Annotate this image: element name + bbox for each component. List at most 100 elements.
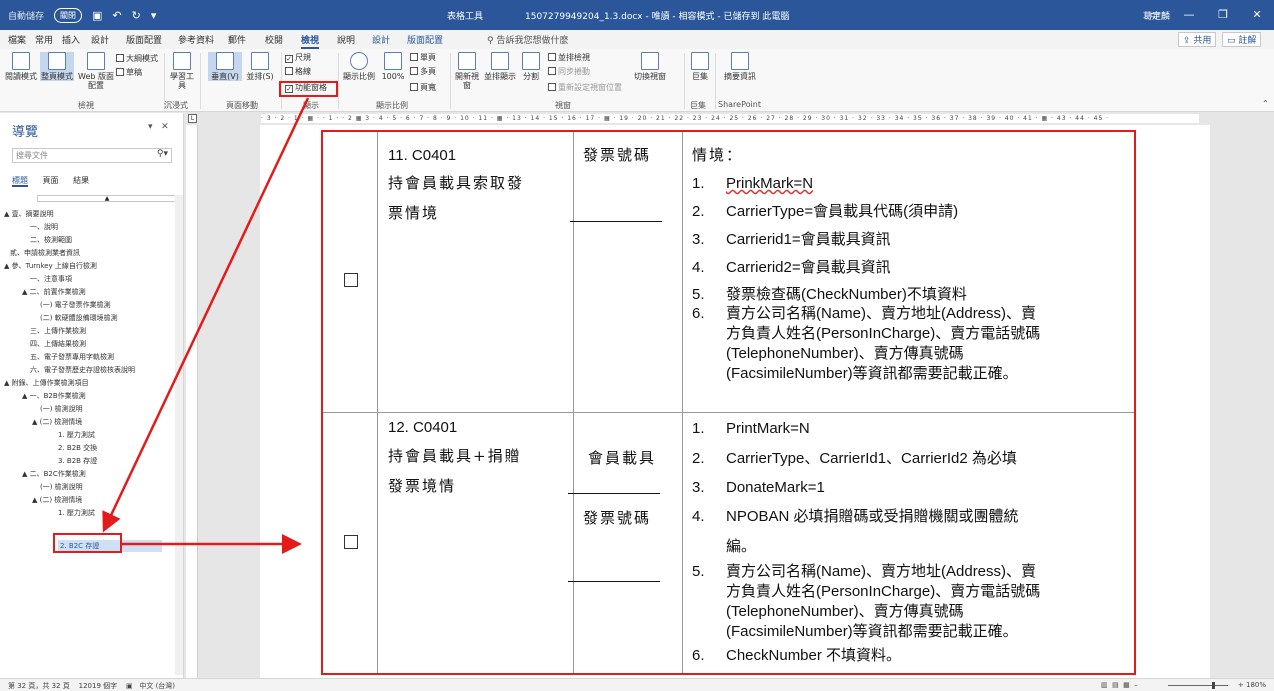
- nav-item[interactable]: 3. B2B 存證: [58, 456, 97, 466]
- nav-item[interactable]: ▲ 二、前置作業檢測: [22, 287, 86, 297]
- nav-item[interactable]: 三、上傳作業檢測: [30, 326, 86, 336]
- zoom-button[interactable]: 顯示比例: [341, 52, 377, 81]
- vertical-button[interactable]: 垂直(V): [208, 52, 242, 81]
- arrange-all-button[interactable]: 並排顯示: [482, 52, 518, 81]
- nav-tab-headings[interactable]: 標題: [12, 176, 28, 187]
- tab-insert[interactable]: 插入: [62, 33, 80, 46]
- nav-item[interactable]: 二、檢測範圍: [30, 235, 72, 245]
- split-button[interactable]: 分割: [520, 52, 542, 81]
- print-layout-view-icon[interactable]: ▤: [1112, 681, 1119, 689]
- nav-search-input[interactable]: 搜尋文件 ⚲▾: [12, 148, 172, 163]
- tab-home[interactable]: 常用: [35, 33, 53, 46]
- nav-item[interactable]: ▲ (二) 檢測情境: [32, 495, 82, 505]
- nav-options-chevron-icon[interactable]: ▾: [148, 122, 153, 132]
- learning-tools-button[interactable]: 學習工具: [168, 52, 196, 90]
- redo-icon[interactable]: ↻: [132, 9, 141, 22]
- customize-chevron-icon[interactable]: ▾: [151, 9, 157, 22]
- summary-button[interactable]: 摘要資訊: [722, 52, 758, 81]
- save-icon[interactable]: ▣: [92, 9, 102, 22]
- nav-item[interactable]: (一) 檢測說明: [40, 404, 83, 414]
- nav-item[interactable]: 一、注意事項: [30, 274, 72, 284]
- minimize-button[interactable]: —: [1172, 0, 1206, 30]
- tab-design[interactable]: 設計: [91, 33, 109, 46]
- switch-windows-button[interactable]: 切換視窗: [630, 52, 670, 81]
- multi-page-button[interactable]: 多頁: [410, 66, 436, 77]
- tab-review[interactable]: 校閱: [265, 33, 283, 46]
- nav-tab-results[interactable]: 結果: [73, 176, 89, 185]
- tab-mailings[interactable]: 郵件: [228, 33, 246, 46]
- tab-selector-icon[interactable]: L: [188, 114, 197, 123]
- nav-item[interactable]: 貳、申請檢測業者資訊: [10, 248, 80, 258]
- reset-window-button[interactable]: 重新設定視窗位置: [548, 82, 622, 93]
- new-window-button[interactable]: 開新視窗: [455, 52, 479, 90]
- nav-scrollbar[interactable]: [175, 195, 183, 675]
- zoom-slider[interactable]: [1168, 685, 1228, 686]
- read-mode-view-icon[interactable]: ▥: [1101, 681, 1108, 689]
- tab-references[interactable]: 參考資料: [178, 33, 214, 46]
- status-words[interactable]: 12019 個字: [79, 682, 118, 690]
- nav-item[interactable]: 1. 壓力測試: [58, 430, 95, 440]
- sync-scroll-button[interactable]: 同步捲動: [548, 66, 590, 77]
- zoom-label: 顯示比例: [343, 72, 375, 81]
- zoom-in-icon[interactable]: +: [1238, 681, 1244, 689]
- side-to-side-button[interactable]: 並排(S): [244, 52, 276, 81]
- gridlines-checkbox[interactable]: 格線: [285, 66, 311, 77]
- comment-icon: ▭: [1227, 36, 1239, 46]
- nav-item[interactable]: (一) 電子發票作業檢測: [40, 300, 111, 310]
- status-page[interactable]: 第 32 頁，共 32 頁: [8, 682, 70, 690]
- nav-item[interactable]: ▲ (二) 檢測情境: [32, 417, 82, 427]
- zoom-slider-handle[interactable]: [1212, 682, 1215, 689]
- nav-scroll-up-button[interactable]: ▲: [37, 195, 177, 202]
- undo-icon[interactable]: ↶: [112, 9, 121, 22]
- nav-tab-pages[interactable]: 頁面: [43, 176, 59, 185]
- tab-help[interactable]: 說明: [337, 33, 355, 46]
- share-button[interactable]: ⇪ 共用: [1178, 32, 1217, 47]
- nav-item[interactable]: ▲ 壹、摘要說明: [4, 209, 54, 219]
- tab-layout[interactable]: 版面配置: [126, 33, 162, 46]
- group-views-label: 檢視: [78, 101, 94, 110]
- nav-item[interactable]: 四、上傳結果檢測: [30, 339, 86, 349]
- nav-item[interactable]: ▲ 參、Turnkey 上線自行檢測: [4, 261, 97, 271]
- tell-me-box[interactable]: ⚲ 告訴我您想做什麼: [487, 33, 568, 46]
- nav-item[interactable]: 一、說明: [30, 222, 58, 232]
- nav-item[interactable]: 2. B2B 交換: [58, 443, 97, 453]
- zoom-100-button[interactable]: 100%: [380, 52, 406, 81]
- macros-button[interactable]: 巨集: [688, 52, 712, 81]
- maximize-button[interactable]: ❐: [1206, 0, 1240, 30]
- print-layout-button[interactable]: 整頁模式: [40, 52, 74, 81]
- nav-item[interactable]: 六、電子發票歷史存證檢核表說明: [30, 365, 135, 375]
- web-layout-button[interactable]: Web 版面配置: [78, 52, 114, 90]
- page-width-button[interactable]: 頁寬: [410, 82, 436, 93]
- web-layout-view-icon[interactable]: ▦: [1123, 681, 1130, 689]
- side-by-side-button[interactable]: 並排檢視: [548, 52, 590, 63]
- collapse-ribbon-icon[interactable]: ⌃: [1262, 99, 1269, 108]
- ribbon-display-icon[interactable]: ▭: [1138, 0, 1172, 30]
- tab-view[interactable]: 檢視: [301, 33, 320, 49]
- one-page-button[interactable]: 單頁: [410, 52, 436, 63]
- nav-item[interactable]: 1. 壓力測試: [58, 508, 95, 518]
- search-icon[interactable]: ⚲▾: [157, 149, 168, 159]
- draft-button[interactable]: 草稿: [116, 67, 142, 78]
- autosave-toggle[interactable]: 關閉: [54, 8, 83, 23]
- tab-table-layout[interactable]: 版面配置: [407, 33, 443, 46]
- read-mode-button[interactable]: 閱讀模式: [4, 52, 38, 81]
- ruler-checkbox[interactable]: ✓ 尺規: [285, 52, 311, 63]
- nav-item[interactable]: 五、電子發票專用字軌檢測: [30, 352, 114, 362]
- status-bar: 第 32 頁，共 32 頁 12019 個字 ▣ 中文 (台灣) ▥ ▤ ▦ –…: [0, 678, 1274, 691]
- nav-item[interactable]: ▲ 一、B2B作業檢測: [22, 391, 86, 401]
- outline-button[interactable]: 大綱模式: [116, 53, 158, 64]
- nav-close-icon[interactable]: ✕: [161, 122, 169, 132]
- nav-item[interactable]: ▲ 二、B2C作業檢測: [22, 469, 86, 479]
- comments-button[interactable]: ▭ 註解: [1222, 32, 1262, 47]
- zoom-level[interactable]: + 180%: [1238, 681, 1266, 689]
- tab-file[interactable]: 檔案: [8, 33, 26, 46]
- close-button[interactable]: ✕: [1240, 0, 1274, 30]
- zoom-out-icon[interactable]: –: [1134, 681, 1138, 689]
- status-language[interactable]: 中文 (台灣): [139, 682, 175, 690]
- nav-item[interactable]: (一) 檢測說明: [40, 482, 83, 492]
- tab-table-design[interactable]: 設計: [372, 33, 390, 46]
- proofing-icon[interactable]: ▣: [126, 682, 133, 690]
- nav-item[interactable]: (二) 軟硬體設備環境檢測: [40, 313, 118, 323]
- nav-item[interactable]: ▲ 附錄、上傳作業檢測項目: [4, 378, 89, 388]
- nav-pane-controls: ▾ ✕: [148, 122, 169, 132]
